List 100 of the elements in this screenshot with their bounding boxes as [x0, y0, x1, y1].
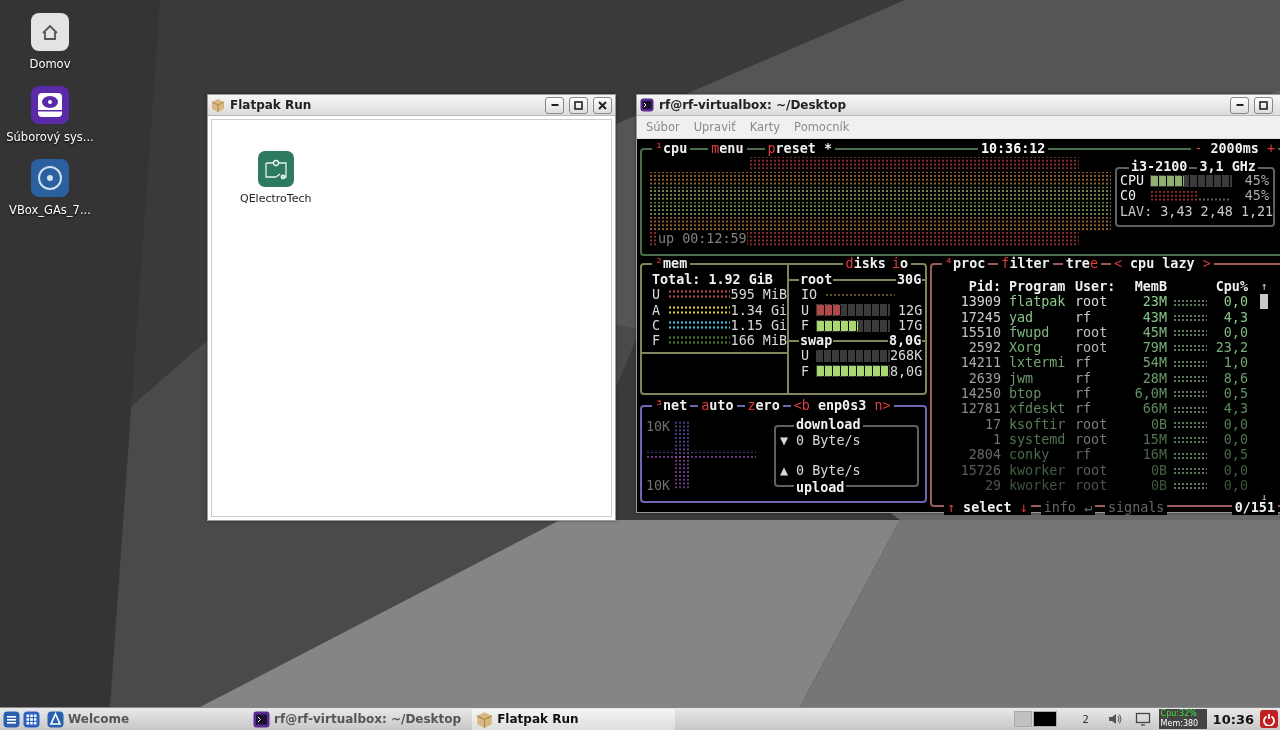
process-user: root — [1075, 340, 1109, 356]
process-user: rf — [1075, 447, 1093, 463]
upload-rate: ▲ 0 Byte/s — [780, 463, 862, 479]
package-icon — [476, 710, 494, 728]
process-cpu: 4,3 — [1222, 401, 1248, 417]
meter-label: F — [801, 363, 811, 380]
panel-option[interactable]: ↑ select ↓ — [944, 499, 1031, 515]
scroll-up-arrow[interactable]: ↑ — [1260, 279, 1268, 295]
process-name: flatpak — [1009, 294, 1067, 310]
power-button[interactable] — [1260, 710, 1278, 728]
panel-option[interactable]: preset * — [764, 141, 835, 157]
volume-icon[interactable] — [1106, 711, 1123, 727]
process-count: 0/151 — [1231, 499, 1278, 515]
triangle-logo-icon — [47, 710, 64, 728]
column-header[interactable]: User: — [1075, 279, 1132, 295]
close-button[interactable] — [593, 96, 612, 114]
process-memory: 79M — [1141, 340, 1167, 356]
app-grid-icon[interactable] — [23, 710, 40, 728]
meter-label: U — [801, 348, 811, 364]
memory-value: 166 MiB — [729, 333, 787, 349]
process-name: jwm — [1009, 370, 1035, 387]
memory-usage-text: Mem:380 — [1160, 718, 1200, 728]
process-memory: 66M — [1141, 401, 1167, 417]
process-id: 13909 — [959, 294, 1001, 310]
disk-size: 8,0G — [888, 333, 923, 349]
panel-option[interactable]: < cpu lazy > — [1110, 256, 1214, 272]
process-id: 15510 — [959, 324, 1001, 341]
graph-scale-label: 10K — [646, 477, 671, 493]
disk-value: 268K — [890, 348, 923, 364]
scrollbar-thumb[interactable] — [1260, 294, 1268, 310]
process-memory: 0B — [1149, 477, 1167, 494]
start-menu-icon[interactable] — [3, 710, 20, 728]
panel-option[interactable]: <b enp0s3 n> — [790, 398, 894, 414]
disk-value: 17G — [898, 317, 923, 334]
taskbar-task[interactable]: rf@rf-virtualbox: ~/Desktop — [249, 708, 470, 730]
io-label: IO — [801, 287, 818, 303]
workspace-thumbnail[interactable] — [1032, 711, 1057, 727]
home-folder-icon — [30, 12, 70, 52]
process-id: 12781 — [959, 401, 1001, 417]
memory-value: 1.15 Gi — [729, 317, 787, 334]
process-cpu: 0,0 — [1222, 477, 1248, 494]
process-user: rf — [1075, 370, 1093, 387]
memory-total: Total: 1.92 GiB — [652, 272, 774, 288]
meter-label: CPU — [1120, 173, 1146, 189]
process-memory: 0B — [1149, 462, 1167, 478]
display-icon[interactable] — [1134, 711, 1151, 727]
process-memory: 0B — [1149, 416, 1167, 432]
minimize-button[interactable] — [1230, 96, 1249, 114]
process-name: yad — [1009, 309, 1035, 325]
process-name: fwupd — [1009, 324, 1051, 341]
column-header[interactable]: Program — [1009, 279, 1075, 295]
maximize-icon — [573, 99, 584, 111]
process-memory: 16M — [1141, 447, 1167, 463]
column-header[interactable]: MemB — [1132, 279, 1167, 295]
meter-label: C — [652, 317, 662, 334]
meter-label: U — [652, 287, 662, 303]
meter-label: C0 — [1120, 188, 1138, 204]
maximize-button[interactable] — [1254, 96, 1273, 114]
meter-label: F — [801, 317, 811, 334]
terminal-icon — [640, 98, 654, 112]
workspace-thumbnail[interactable] — [1013, 711, 1032, 727]
process-memory: 45M — [1141, 324, 1167, 341]
process-name: lxtermi — [1009, 355, 1067, 371]
minimize-button[interactable] — [545, 96, 564, 114]
clock-text: 10:36 — [1211, 711, 1255, 727]
package-icon — [211, 98, 225, 112]
desktop-icon-label[interactable]: Súborový sys... — [6, 130, 94, 144]
disk-value: 8,0G — [890, 363, 923, 380]
process-user: root — [1075, 416, 1109, 432]
process-memory: 54M — [1141, 355, 1167, 371]
cpu-frequency: 3,1 GHz — [1197, 159, 1258, 175]
meter-reading: 45% — [1244, 188, 1269, 204]
column-header[interactable]: Pid: — [934, 279, 1001, 295]
process-user: rf — [1075, 309, 1093, 325]
process-name: conky — [1009, 447, 1051, 463]
process-name: ksoftir — [1009, 416, 1067, 432]
column-header[interactable]: Cpu% — [1211, 279, 1248, 295]
process-user: rf — [1075, 401, 1093, 417]
process-name: systemd — [1009, 431, 1067, 448]
process-id: 14211 — [959, 355, 1001, 371]
maximize-button[interactable] — [569, 96, 588, 114]
taskbar-task[interactable]: Welcome — [43, 708, 246, 730]
terminal-icon — [253, 710, 270, 728]
process-cpu: 4,3 — [1222, 309, 1248, 325]
window-title: rf@rf-virtualbox: ~/Desktop — [659, 98, 848, 112]
panel-title: ¹ cpu — [652, 141, 691, 157]
desktop-icon-label[interactable]: Domov — [29, 57, 71, 71]
process-name: xfdeskt — [1009, 401, 1067, 417]
process-user: root — [1075, 462, 1109, 478]
process-id: 2592 — [967, 340, 1001, 356]
process-id: 17245 — [959, 309, 1001, 325]
meter-label: U — [801, 302, 811, 318]
process-cpu: 23,2 — [1214, 340, 1248, 356]
process-cpu: 0,5 — [1222, 447, 1248, 463]
desktop-icon-label[interactable]: VBox_GAs_7... — [9, 203, 91, 217]
process-user: root — [1075, 431, 1109, 448]
taskbar-task[interactable]: Flatpak Run — [472, 708, 676, 730]
app-label[interactable]: QElectroTech — [240, 192, 312, 205]
process-id: 15726 — [959, 462, 1001, 478]
process-cpu: 0,0 — [1222, 431, 1248, 448]
